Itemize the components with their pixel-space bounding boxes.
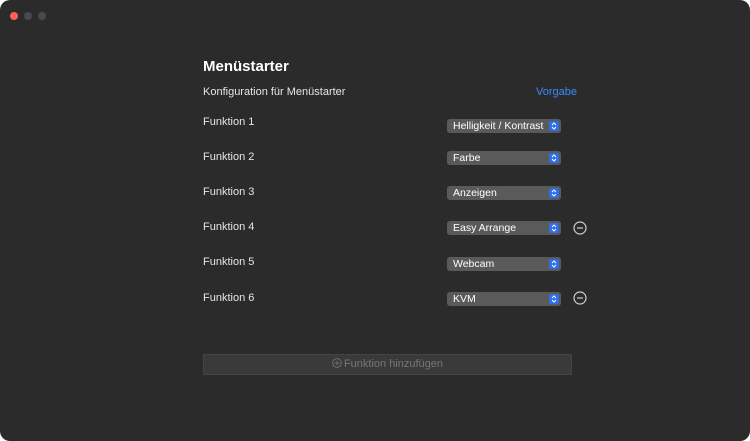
function-4-label: Funktion 4 [203,221,255,233]
add-function-label: Funktion hinzufügen [343,358,444,370]
add-function-button[interactable]: Funktion hinzufügen [203,354,572,375]
minus-circle-icon [573,221,587,235]
chevron-up-down-icon [549,294,559,304]
plus-circle-icon [332,358,342,368]
function-1-select[interactable]: Helligkeit / Kontrast [447,119,561,133]
page-subtitle: Konfiguration für Menüstarter [203,86,346,98]
function-6-value: KVM [453,293,476,305]
function-2-label: Funktion 2 [203,151,255,163]
minus-circle-icon [573,291,587,305]
chevron-up-down-icon [549,223,559,233]
chevron-up-down-icon [549,259,559,269]
chevron-up-down-icon [549,153,559,163]
function-5-select[interactable]: Webcam [447,257,561,271]
function-6-label: Funktion 6 [203,292,255,304]
remove-function-6-button[interactable] [573,291,587,305]
remove-function-4-button[interactable] [573,221,587,235]
function-1-label: Funktion 1 [203,116,255,128]
add-function-content: Funktion hinzufügen [204,358,571,370]
function-3-label: Funktion 3 [203,186,255,198]
function-5-value: Webcam [453,258,495,270]
function-1-value: Helligkeit / Kontrast [453,120,544,132]
function-3-select[interactable]: Anzeigen [447,186,561,200]
chevron-up-down-icon [549,188,559,198]
function-2-select[interactable]: Farbe [447,151,561,165]
function-4-value: Easy Arrange [453,222,517,234]
page-title: Menüstarter [203,58,289,75]
default-link[interactable]: Vorgabe [536,86,577,98]
close-icon[interactable] [10,12,18,20]
settings-window: Menüstarter Konfiguration für Menüstarte… [0,0,750,441]
minimize-icon[interactable] [24,12,32,20]
function-3-value: Anzeigen [453,187,497,199]
function-6-select[interactable]: KVM [447,292,561,306]
title-bar [0,0,750,26]
function-2-value: Farbe [453,152,481,164]
function-5-label: Funktion 5 [203,256,255,268]
chevron-up-down-icon [549,121,559,131]
maximize-icon[interactable] [38,12,46,20]
function-4-select[interactable]: Easy Arrange [447,221,561,235]
